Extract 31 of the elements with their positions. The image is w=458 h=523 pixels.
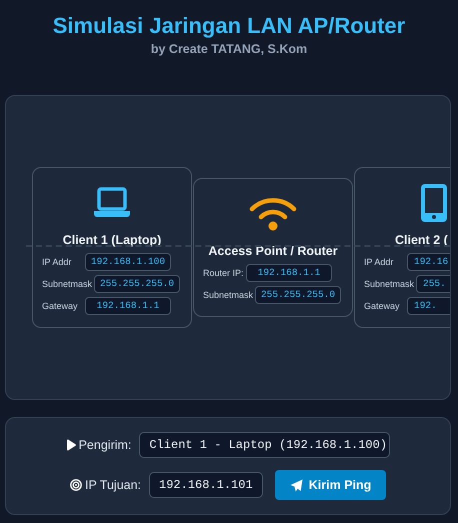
ip-field: 192.168.1.100	[85, 253, 171, 271]
wifi-icon	[249, 196, 297, 232]
ip-field: 192.	[407, 297, 450, 315]
send-ping-button[interactable]: Kirim Ping	[275, 470, 386, 500]
sender-label: Pengirim:	[78, 438, 132, 452]
play-icon	[66, 439, 76, 451]
field-label: IP Addr	[364, 257, 394, 267]
sender-select[interactable]: Client 1 - Laptop (192.168.1.100)	[139, 432, 390, 458]
target-label: IP Tujuan:	[84, 478, 142, 492]
ip-field: 255.255.255.0	[255, 286, 342, 304]
device-title: Client 1 (Laptop)	[62, 233, 162, 247]
ip-input[interactable]: 192.168.1.101	[149, 472, 264, 498]
field-label: IP Addr	[42, 257, 72, 267]
field-label: Router IP:	[203, 268, 244, 278]
field-label: Subnetmask	[203, 290, 254, 300]
field-label: Subnetmask	[364, 279, 414, 289]
app-title: Simulasi Jaringan LAN AP/Router	[52, 12, 406, 40]
device-title: Access Point / Router	[207, 244, 339, 258]
app-subtitle: by Create TATANG, S.Kom	[150, 42, 308, 56]
ip-field: 192.168.1.1	[246, 264, 332, 282]
field-label: Gateway	[364, 301, 401, 311]
phone-icon	[421, 184, 447, 222]
target-icon	[70, 479, 82, 491]
ip-field: 255.255.255.0	[94, 275, 180, 293]
field-label: Subnetmask	[42, 279, 92, 289]
ip-field: 192.168.1.1	[85, 297, 171, 315]
laptop-icon	[94, 187, 130, 219]
send-icon	[290, 478, 303, 492]
ip-field: 255.	[416, 275, 450, 293]
field-label: Gateway	[42, 301, 79, 311]
ip-field: 192.16	[407, 253, 450, 271]
